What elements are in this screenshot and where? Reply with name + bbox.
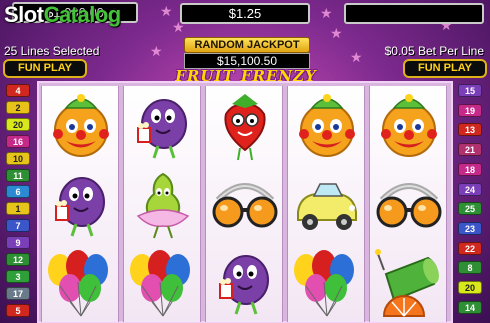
orange-clown-icon <box>381 94 437 157</box>
total-bet-value: $1.25 <box>228 6 262 21</box>
payline-badge-right-8[interactable]: 8 <box>458 261 482 275</box>
payline-badge-left-6[interactable]: 6 <box>6 185 30 199</box>
reel-1 <box>41 86 119 322</box>
plum-popcorn-icon <box>137 99 187 159</box>
fun-play-button-left[interactable]: FUN PLAY <box>3 59 87 78</box>
sunglasses-icon <box>212 183 278 228</box>
bet-per-line-label: $0.05 Bet Per Line <box>384 44 484 58</box>
watermelon-cannon-icon <box>375 249 439 317</box>
payline-badge-right-20[interactable]: 20 <box>458 281 482 294</box>
plum-popcorn-icon <box>55 177 105 237</box>
reel-symbol-balloons <box>124 242 202 320</box>
reel-symbol-plum-popcorn <box>124 86 202 164</box>
reel-4 <box>287 86 365 322</box>
strawberry-icon <box>224 94 266 161</box>
orange-clown-icon <box>299 94 355 157</box>
reel-3 <box>205 86 283 322</box>
payline-badge-right-23[interactable]: 23 <box>458 221 482 235</box>
reel-symbol-orange-clown <box>288 86 366 164</box>
payline-badge-left-7[interactable]: 7 <box>6 219 30 233</box>
plum-popcorn-icon <box>219 255 269 315</box>
reel-symbol-sunglasses <box>370 164 448 242</box>
payline-badge-left-3[interactable]: 3 <box>6 269 30 283</box>
slotcatalog-logo: SlotCatalog <box>4 2 121 27</box>
payline-badge-right-15[interactable]: 15 <box>458 84 482 97</box>
reel-symbol-watermelon-cannon <box>370 242 448 320</box>
payline-badge-left-5[interactable]: 5 <box>6 303 30 317</box>
reel-symbol-sunglasses <box>206 164 284 242</box>
reel-symbol-car <box>288 164 366 242</box>
fun-play-button-right[interactable]: FUN PLAY <box>403 59 487 78</box>
payline-badge-left-20[interactable]: 20 <box>6 117 30 131</box>
payline-badge-right-13[interactable]: 13 <box>458 123 482 137</box>
payline-badge-right-14[interactable]: 14 <box>458 300 482 314</box>
sunglasses-icon <box>376 183 442 228</box>
orange-clown-icon <box>53 94 109 157</box>
payline-badge-left-2[interactable]: 2 <box>6 100 30 114</box>
win-meter <box>344 3 484 24</box>
payline-badge-left-9[interactable]: 9 <box>6 236 30 250</box>
reel-symbol-balloons <box>42 242 120 320</box>
reels-frame <box>37 81 453 323</box>
reel-symbol-plum-popcorn <box>206 242 284 320</box>
payline-badge-left-1[interactable]: 1 <box>6 202 30 216</box>
payline-badge-left-16[interactable]: 16 <box>6 134 30 148</box>
payline-badge-right-25[interactable]: 25 <box>458 202 482 216</box>
reel-2 <box>123 86 201 322</box>
payline-badge-left-10[interactable]: 10 <box>6 151 30 165</box>
payline-badge-right-19[interactable]: 19 <box>458 103 482 117</box>
reel-symbol-orange-clown <box>370 86 448 164</box>
reel-symbol-pear-ballerina <box>124 164 202 242</box>
balloons-icon <box>48 250 108 317</box>
payline-badge-left-11[interactable]: 11 <box>6 168 30 182</box>
reel-symbol-plum-popcorn <box>42 164 120 242</box>
reel-symbol-orange-clown <box>42 86 120 164</box>
total-bet-meter: $1.25 <box>180 3 310 24</box>
balloons-icon <box>294 250 354 317</box>
reel-symbol-strawberry <box>206 86 284 164</box>
payline-badge-left-17[interactable]: 17 <box>6 286 30 300</box>
payline-badge-left-12[interactable]: 12 <box>6 253 30 266</box>
reel-5 <box>369 86 447 322</box>
payline-badge-right-24[interactable]: 24 <box>458 182 482 196</box>
payline-badge-right-21[interactable]: 21 <box>458 143 482 157</box>
random-jackpot-title: RANDOM JACKPOT <box>184 37 310 53</box>
payline-badge-right-18[interactable]: 18 <box>458 162 482 176</box>
payline-badge-right-22[interactable]: 22 <box>458 241 482 255</box>
balloons-icon <box>130 250 190 317</box>
lines-selected-label: 25 Lines Selected <box>4 44 100 58</box>
pear-ballerina-icon <box>136 172 190 239</box>
reel-symbol-balloons <box>288 242 366 320</box>
payline-badge-left-4[interactable]: 4 <box>6 84 30 97</box>
toy-car-icon <box>297 183 357 230</box>
